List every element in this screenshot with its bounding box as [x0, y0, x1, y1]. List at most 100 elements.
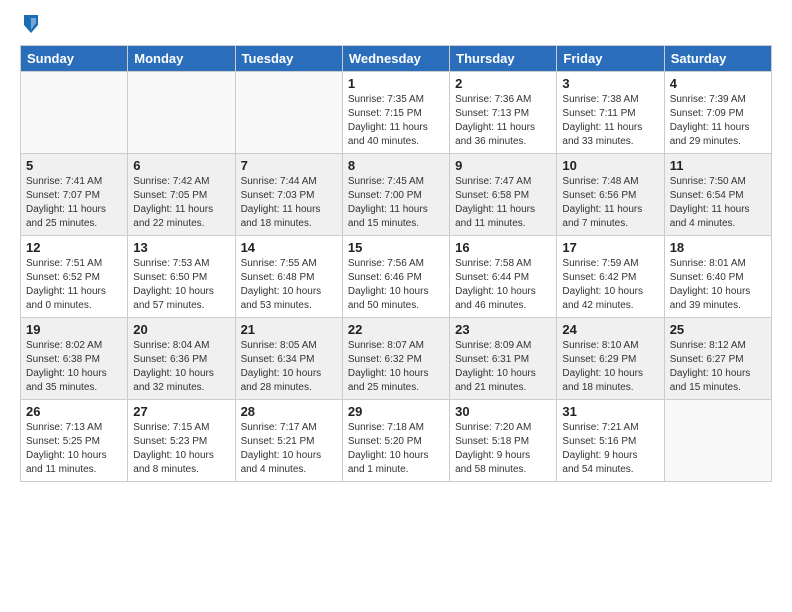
day-info: Sunrise: 7:13 AM Sunset: 5:25 PM Dayligh…: [26, 421, 122, 477]
day-number: 6: [133, 158, 229, 173]
calendar-cell: 14 Sunrise: 7:55 AM Sunset: 6:48 PM Dayli…: [235, 236, 342, 318]
weekday-header: Thursday: [450, 46, 557, 72]
day-number: 1: [348, 76, 444, 91]
logo: [20, 15, 40, 35]
calendar-cell: 4 Sunrise: 7:39 AM Sunset: 7:09 PM Daylig…: [664, 72, 771, 154]
day-info: Sunrise: 7:15 AM Sunset: 5:23 PM Dayligh…: [133, 421, 229, 477]
calendar-cell: [235, 72, 342, 154]
day-number: 14: [241, 240, 337, 255]
day-info: Sunrise: 8:01 AM Sunset: 6:40 PM Dayligh…: [670, 257, 766, 313]
day-number: 2: [455, 76, 551, 91]
day-info: Sunrise: 7:35 AM Sunset: 7:15 PM Dayligh…: [348, 93, 444, 149]
day-info: Sunrise: 8:04 AM Sunset: 6:36 PM Dayligh…: [133, 339, 229, 395]
calendar-cell: 11 Sunrise: 7:50 AM Sunset: 6:54 PM Dayli…: [664, 154, 771, 236]
day-number: 28: [241, 404, 337, 419]
day-number: 15: [348, 240, 444, 255]
calendar-row: 26 Sunrise: 7:13 AM Sunset: 5:25 PM Dayli…: [21, 400, 772, 482]
calendar-cell: 5 Sunrise: 7:41 AM Sunset: 7:07 PM Daylig…: [21, 154, 128, 236]
calendar-cell: 24Sunrise: 8:10 AM Sunset: 6:29 PM Dayli…: [557, 318, 664, 400]
day-info: Sunrise: 7:58 AM Sunset: 6:44 PM Dayligh…: [455, 257, 551, 313]
day-info: Sunrise: 7:18 AM Sunset: 5:20 PM Dayligh…: [348, 421, 444, 477]
day-info: Sunrise: 8:07 AM Sunset: 6:32 PM Dayligh…: [348, 339, 444, 395]
calendar-cell: 15 Sunrise: 7:56 AM Sunset: 6:46 PM Dayli…: [342, 236, 449, 318]
day-info: Sunrise: 7:55 AM Sunset: 6:48 PM Dayligh…: [241, 257, 337, 313]
day-number: 12: [26, 240, 122, 255]
calendar-cell: 26 Sunrise: 7:13 AM Sunset: 5:25 PM Dayli…: [21, 400, 128, 482]
weekday-header: Wednesday: [342, 46, 449, 72]
calendar-cell: 12Sunrise: 7:51 AM Sunset: 6:52 PM Dayli…: [21, 236, 128, 318]
day-number: 13: [133, 240, 229, 255]
day-info: Sunrise: 7:17 AM Sunset: 5:21 PM Dayligh…: [241, 421, 337, 477]
day-number: 9: [455, 158, 551, 173]
weekday-header: Monday: [128, 46, 235, 72]
day-number: 10: [562, 158, 658, 173]
day-number: 20: [133, 322, 229, 337]
day-number: 3: [562, 76, 658, 91]
day-number: 11: [670, 158, 766, 173]
day-number: 18: [670, 240, 766, 255]
calendar-cell: 18 Sunrise: 8:01 AM Sunset: 6:40 PM Dayli…: [664, 236, 771, 318]
calendar-cell: 25Sunrise: 8:12 AM Sunset: 6:27 PM Dayli…: [664, 318, 771, 400]
calendar-cell: 8 Sunrise: 7:45 AM Sunset: 7:00 PM Daylig…: [342, 154, 449, 236]
day-number: 7: [241, 158, 337, 173]
day-info: Sunrise: 7:50 AM Sunset: 6:54 PM Dayligh…: [670, 175, 766, 231]
calendar-cell: 10 Sunrise: 7:48 AM Sunset: 6:56 PM Dayli…: [557, 154, 664, 236]
day-info: Sunrise: 7:21 AM Sunset: 5:16 PM Dayligh…: [562, 421, 658, 477]
weekday-header: Friday: [557, 46, 664, 72]
day-number: 31: [562, 404, 658, 419]
day-number: 26: [26, 404, 122, 419]
day-number: 4: [670, 76, 766, 91]
weekday-header: Saturday: [664, 46, 771, 72]
logo-icon: [22, 13, 40, 35]
day-number: 17: [562, 240, 658, 255]
day-info: Sunrise: 7:56 AM Sunset: 6:46 PM Dayligh…: [348, 257, 444, 313]
calendar-cell: 9Sunrise: 7:47 AM Sunset: 6:58 PM Daylig…: [450, 154, 557, 236]
day-info: Sunrise: 8:02 AM Sunset: 6:38 PM Dayligh…: [26, 339, 122, 395]
day-number: 19: [26, 322, 122, 337]
day-number: 5: [26, 158, 122, 173]
calendar-cell: 3Sunrise: 7:38 AM Sunset: 7:11 PM Daylig…: [557, 72, 664, 154]
day-info: Sunrise: 7:42 AM Sunset: 7:05 PM Dayligh…: [133, 175, 229, 231]
day-number: 24: [562, 322, 658, 337]
calendar-cell: 21Sunrise: 8:05 AM Sunset: 6:34 PM Dayli…: [235, 318, 342, 400]
calendar-cell: 6 Sunrise: 7:42 AM Sunset: 7:05 PM Daylig…: [128, 154, 235, 236]
day-info: Sunrise: 8:05 AM Sunset: 6:34 PM Dayligh…: [241, 339, 337, 395]
calendar-cell: 30Sunrise: 7:20 AM Sunset: 5:18 PM Dayli…: [450, 400, 557, 482]
day-info: Sunrise: 7:39 AM Sunset: 7:09 PM Dayligh…: [670, 93, 766, 149]
calendar-table: SundayMondayTuesdayWednesdayThursdayFrid…: [20, 45, 772, 482]
calendar-cell: 17 Sunrise: 7:59 AM Sunset: 6:42 PM Dayli…: [557, 236, 664, 318]
day-info: Sunrise: 8:09 AM Sunset: 6:31 PM Dayligh…: [455, 339, 551, 395]
day-info: Sunrise: 7:53 AM Sunset: 6:50 PM Dayligh…: [133, 257, 229, 313]
calendar-cell: 19 Sunrise: 8:02 AM Sunset: 6:38 PM Dayli…: [21, 318, 128, 400]
calendar-row: 19 Sunrise: 8:02 AM Sunset: 6:38 PM Dayli…: [21, 318, 772, 400]
day-number: 16: [455, 240, 551, 255]
calendar-cell: 20 Sunrise: 8:04 AM Sunset: 6:36 PM Dayli…: [128, 318, 235, 400]
calendar-cell: 7Sunrise: 7:44 AM Sunset: 7:03 PM Daylig…: [235, 154, 342, 236]
calendar-row: 5 Sunrise: 7:41 AM Sunset: 7:07 PM Daylig…: [21, 154, 772, 236]
weekday-header: Sunday: [21, 46, 128, 72]
day-info: Sunrise: 7:41 AM Sunset: 7:07 PM Dayligh…: [26, 175, 122, 231]
calendar-cell: 1 Sunrise: 7:35 AM Sunset: 7:15 PM Daylig…: [342, 72, 449, 154]
calendar-cell: 28 Sunrise: 7:17 AM Sunset: 5:21 PM Dayli…: [235, 400, 342, 482]
day-info: Sunrise: 7:36 AM Sunset: 7:13 PM Dayligh…: [455, 93, 551, 149]
day-number: 30: [455, 404, 551, 419]
calendar-cell: 22 Sunrise: 8:07 AM Sunset: 6:32 PM Dayli…: [342, 318, 449, 400]
calendar-cell: 31 Sunrise: 7:21 AM Sunset: 5:16 PM Dayli…: [557, 400, 664, 482]
day-info: Sunrise: 7:59 AM Sunset: 6:42 PM Dayligh…: [562, 257, 658, 313]
calendar-cell: 23 Sunrise: 8:09 AM Sunset: 6:31 PM Dayli…: [450, 318, 557, 400]
header: [20, 15, 772, 35]
calendar-cell: 27Sunrise: 7:15 AM Sunset: 5:23 PM Dayli…: [128, 400, 235, 482]
calendar-row: 12Sunrise: 7:51 AM Sunset: 6:52 PM Dayli…: [21, 236, 772, 318]
day-info: Sunrise: 7:48 AM Sunset: 6:56 PM Dayligh…: [562, 175, 658, 231]
weekday-header: Tuesday: [235, 46, 342, 72]
day-number: 22: [348, 322, 444, 337]
day-number: 23: [455, 322, 551, 337]
calendar-cell: [21, 72, 128, 154]
day-info: Sunrise: 7:45 AM Sunset: 7:00 PM Dayligh…: [348, 175, 444, 231]
logo-text: [20, 15, 40, 35]
day-number: 29: [348, 404, 444, 419]
calendar-cell: [664, 400, 771, 482]
day-number: 8: [348, 158, 444, 173]
calendar-header-row: SundayMondayTuesdayWednesdayThursdayFrid…: [21, 46, 772, 72]
day-number: 25: [670, 322, 766, 337]
